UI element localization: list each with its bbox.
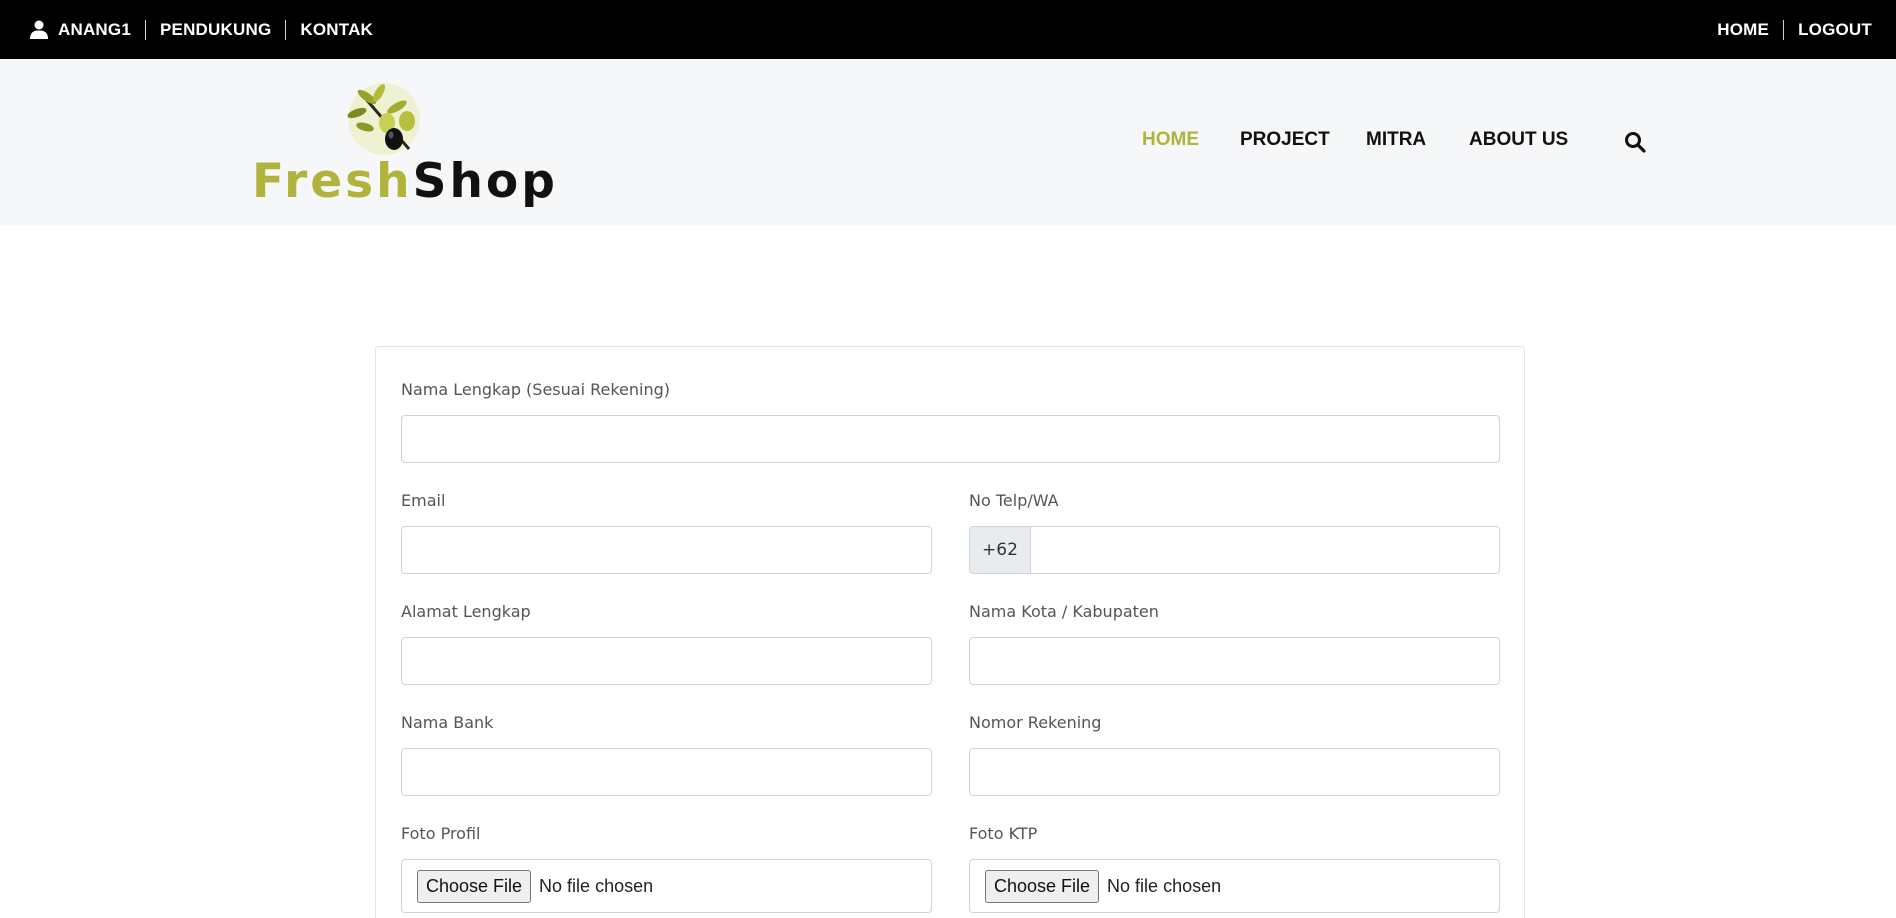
- top-bar-right: HOME LOGOUT: [1703, 0, 1886, 59]
- nav-project[interactable]: PROJECT: [1240, 129, 1330, 151]
- pendukung-link[interactable]: PENDUKUNG: [146, 19, 287, 40]
- profile-photo-choose-file-button[interactable]: Choose File: [417, 869, 532, 903]
- top-bar: ANANG1 PENDUKUNG KONTAK HOME LOGOUT: [0, 0, 1896, 59]
- phone-input[interactable]: [1030, 526, 1500, 574]
- logo-text-shop: Shop: [412, 154, 558, 209]
- top-bar-left: ANANG1 PENDUKUNG KONTAK: [30, 0, 387, 59]
- kontak-link[interactable]: KONTAK: [286, 20, 387, 40]
- nav-mitra[interactable]: MITRA: [1366, 129, 1426, 151]
- account-number-input[interactable]: [969, 748, 1500, 796]
- ktp-photo-file-input[interactable]: Choose File No file chosen: [969, 859, 1500, 913]
- city-input[interactable]: [969, 637, 1500, 685]
- full-name-label: Nama Lengkap (Sesuai Rekening): [401, 380, 671, 399]
- site-header: FreshShop HOME PROJECT MITRA ABOUT US: [0, 59, 1896, 225]
- email-label: Email: [401, 491, 446, 510]
- phone-label: No Telp/WA: [969, 491, 1059, 510]
- ktp-photo-label: Foto KTP: [969, 824, 1038, 843]
- logo-text: FreshShop: [252, 157, 558, 207]
- full-name-input[interactable]: [401, 415, 1500, 463]
- phone-prefix: +62: [969, 526, 1031, 574]
- registration-form-card: Nama Lengkap (Sesuai Rekening) Email No …: [375, 346, 1525, 918]
- logo-text-fresh: Fresh: [252, 154, 413, 209]
- olive-branch-logo-icon: [347, 83, 420, 155]
- logout-link[interactable]: LOGOUT: [1784, 20, 1886, 40]
- address-input[interactable]: [401, 637, 932, 685]
- top-home-link[interactable]: HOME: [1703, 19, 1785, 40]
- bank-label: Nama Bank: [401, 713, 494, 732]
- profile-photo-file-status: No file chosen: [539, 875, 654, 896]
- user-icon: [30, 20, 48, 39]
- search-icon[interactable]: [1624, 131, 1646, 153]
- profile-photo-file-input[interactable]: Choose File No file chosen: [401, 859, 932, 913]
- profile-photo-label: Foto Profil: [401, 824, 481, 843]
- freshshop-logo[interactable]: FreshShop: [252, 79, 555, 214]
- nav-about-us[interactable]: ABOUT US: [1469, 129, 1568, 151]
- address-label: Alamat Lengkap: [401, 602, 531, 621]
- account-number-label: Nomor Rekening: [969, 713, 1102, 732]
- ktp-photo-choose-file-button[interactable]: Choose File: [985, 869, 1100, 903]
- city-label: Nama Kota / Kabupaten: [969, 602, 1159, 621]
- user-name: ANANG1: [58, 19, 131, 39]
- ktp-photo-file-status: No file chosen: [1107, 875, 1222, 896]
- nav-home[interactable]: HOME: [1142, 129, 1199, 151]
- bank-input[interactable]: [401, 748, 932, 796]
- email-input[interactable]: [401, 526, 932, 574]
- user-account-link[interactable]: ANANG1: [30, 19, 146, 40]
